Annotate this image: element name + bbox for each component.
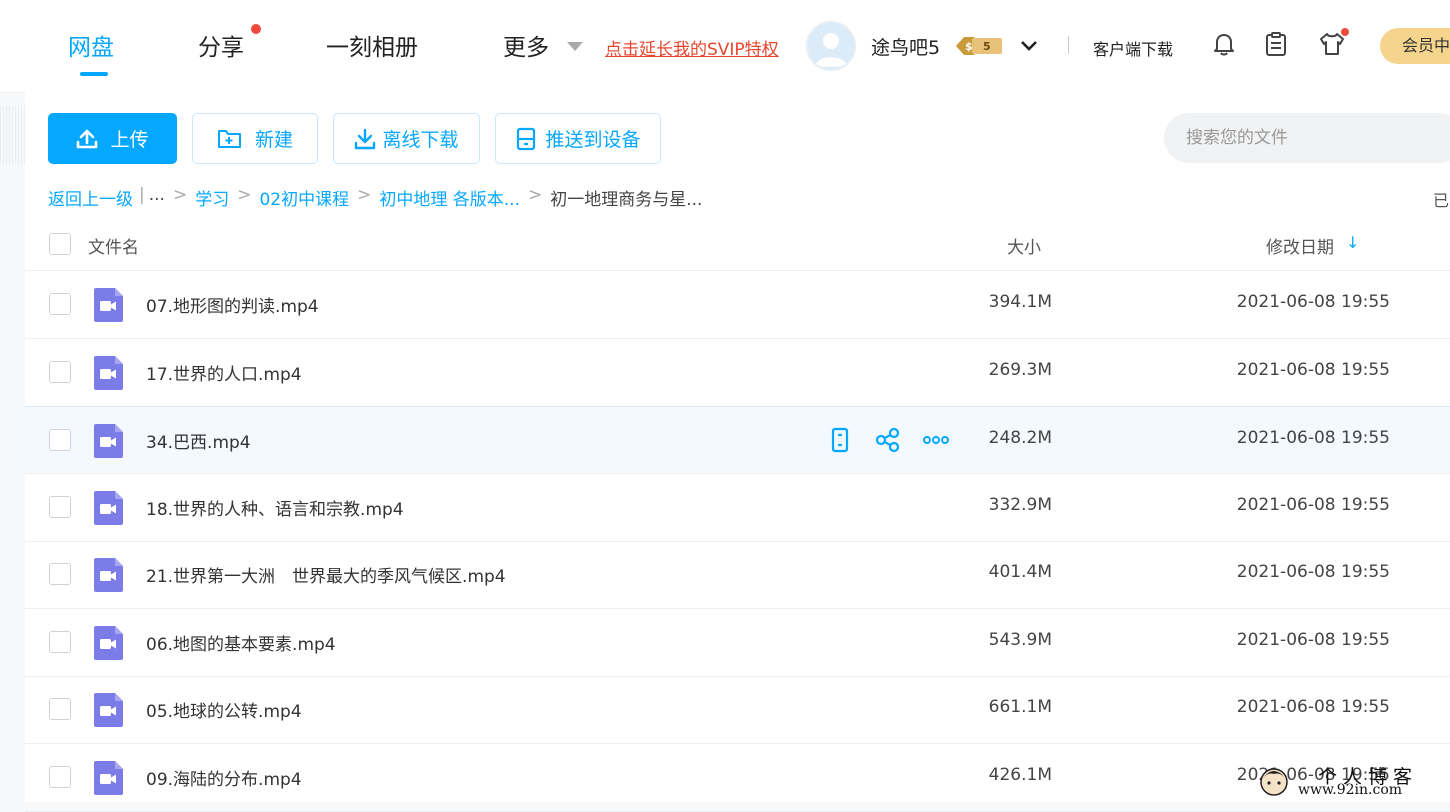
push-to-device-label: 推送到设备 — [545, 129, 641, 151]
new-folder-label: 新建 — [254, 129, 293, 151]
more-caret-icon[interactable] — [567, 42, 583, 51]
search-input[interactable]: 搜索您的文件 — [1164, 113, 1450, 163]
level-badge-icon: $ 5 — [956, 37, 1002, 55]
column-header-name[interactable]: 文件名 — [88, 233, 139, 258]
username[interactable]: 途鸟吧5 — [871, 33, 940, 60]
clipboard-icon[interactable] — [1262, 30, 1290, 58]
vip-center-button[interactable]: 会员中心 — [1380, 28, 1450, 64]
breadcrumb-item-study[interactable]: 学习 — [195, 185, 229, 210]
share-notification-dot — [251, 24, 261, 34]
active-tab-underline — [80, 72, 108, 76]
table-row[interactable]: 07.地形图的判读.mp4 394.1M 2021-06-08 19:55 — [25, 271, 1450, 339]
breadcrumb-item-geography[interactable]: 初中地理 各版本... — [379, 185, 520, 210]
nav-divider — [1068, 36, 1069, 54]
bell-icon[interactable] — [1210, 30, 1238, 58]
sort-desc-icon[interactable]: ↓ — [1346, 233, 1359, 252]
breadcrumb-item-current: 初一地理商务与星... — [550, 190, 703, 210]
more-actions-icon[interactable] — [923, 427, 949, 453]
breadcrumb-ellipsis[interactable]: ... — [149, 185, 165, 210]
file-modified-date: 2021-06-08 19:55 — [1236, 764, 1390, 785]
file-modified-date: 2021-06-08 19:55 — [1236, 562, 1390, 582]
svip-extend-link[interactable]: 点击延长我的SVIP特权 — [605, 35, 779, 60]
default-avatar-icon — [815, 33, 847, 67]
top-nav-bar: 网盘 分享 一刻相册 更多 点击延长我的SVIP特权 途鸟吧5 $ 5 客户端下… — [0, 0, 1450, 92]
column-header-date[interactable]: 修改日期 — [1266, 233, 1334, 258]
offline-download-label: 离线下载 — [382, 129, 459, 151]
download-icon — [355, 128, 376, 149]
shirt-notification-dot — [1341, 28, 1349, 36]
breadcrumb-edge-text: 已 — [1433, 191, 1450, 210]
svg-text:5: 5 — [983, 40, 991, 53]
breadcrumb-divider: | — [139, 185, 145, 205]
left-edge-strip — [0, 106, 25, 164]
breadcrumb: 返回上一级 | ... > 学习 > 02初中课程 > 初中地理 各版本... … — [48, 185, 703, 210]
tab-more[interactable]: 更多 — [503, 28, 549, 62]
table-row[interactable]: 18.世界的人种、语言和宗教.mp4 332.9M 2021-06-08 19:… — [25, 474, 1450, 542]
push-to-device-button[interactable]: 推送到设备 — [495, 113, 661, 164]
table-row[interactable]: 06.地图的基本要素.mp4 543.9M 2021-06-08 19:55 — [25, 609, 1450, 677]
table-row[interactable]: 34.巴西.mp4 248.2M 2021-06-08 19:55 — [25, 406, 1450, 474]
avatar[interactable] — [806, 21, 856, 71]
breadcrumb-back[interactable]: 返回上一级 — [48, 185, 133, 210]
device-icon — [517, 127, 536, 150]
file-modified-date: 2021-06-08 19:55 — [1236, 359, 1390, 380]
tab-share[interactable]: 分享 — [198, 28, 244, 62]
breadcrumb-item-junior-courses[interactable]: 02初中课程 — [259, 185, 349, 210]
upload-label: 上传 — [110, 129, 149, 151]
table-row[interactable]: 21.世界第一大洲 世界最大的季风气候区.mp4 401.4M 2021-06-… — [25, 541, 1450, 609]
file-modified-date: 2021-06-08 19:55 — [1236, 292, 1390, 312]
select-all-checkbox[interactable] — [49, 233, 71, 255]
table-row[interactable]: 05.地球的公转.mp4 661.1M 2021-06-08 19:55 — [25, 676, 1450, 744]
svg-text:$: $ — [965, 40, 973, 53]
send-to-phone-icon[interactable] — [827, 427, 853, 453]
file-modified-date: 2021-06-08 19:55 — [1236, 697, 1390, 717]
table-row[interactable]: 09.海陆的分布.mp4 426.1M 2021-06-08 19:55 — [25, 744, 1450, 812]
new-folder-button[interactable]: 新建 — [192, 113, 318, 164]
file-list-panel: 上传 新建 离线下载 推送到设备 搜索您的文件 返回上一级 | ... > 学习… — [25, 92, 1450, 812]
upload-button[interactable]: 上传 — [48, 113, 177, 164]
chevron-down-icon[interactable] — [1019, 35, 1039, 55]
watermark-url: www.92in.com — [1298, 782, 1403, 798]
column-header-size[interactable]: 大小 — [1007, 233, 1041, 258]
file-modified-date: 2021-06-08 19:55 — [1236, 494, 1390, 515]
client-download-link[interactable]: 客户端下载 — [1093, 36, 1173, 60]
share-icon[interactable] — [875, 427, 901, 453]
tab-netdisk[interactable]: 网盘 — [68, 28, 114, 62]
tab-moment-album[interactable]: 一刻相册 — [326, 28, 418, 62]
offline-download-button[interactable]: 离线下载 — [333, 113, 480, 164]
table-row[interactable]: 17.世界的人口.mp4 269.3M 2021-06-08 19:55 — [25, 339, 1450, 407]
new-folder-icon — [217, 129, 241, 148]
upload-icon — [77, 129, 98, 148]
file-modified-date: 2021-06-08 19:55 — [1236, 428, 1390, 448]
file-modified-date: 2021-06-08 19:55 — [1236, 629, 1390, 650]
